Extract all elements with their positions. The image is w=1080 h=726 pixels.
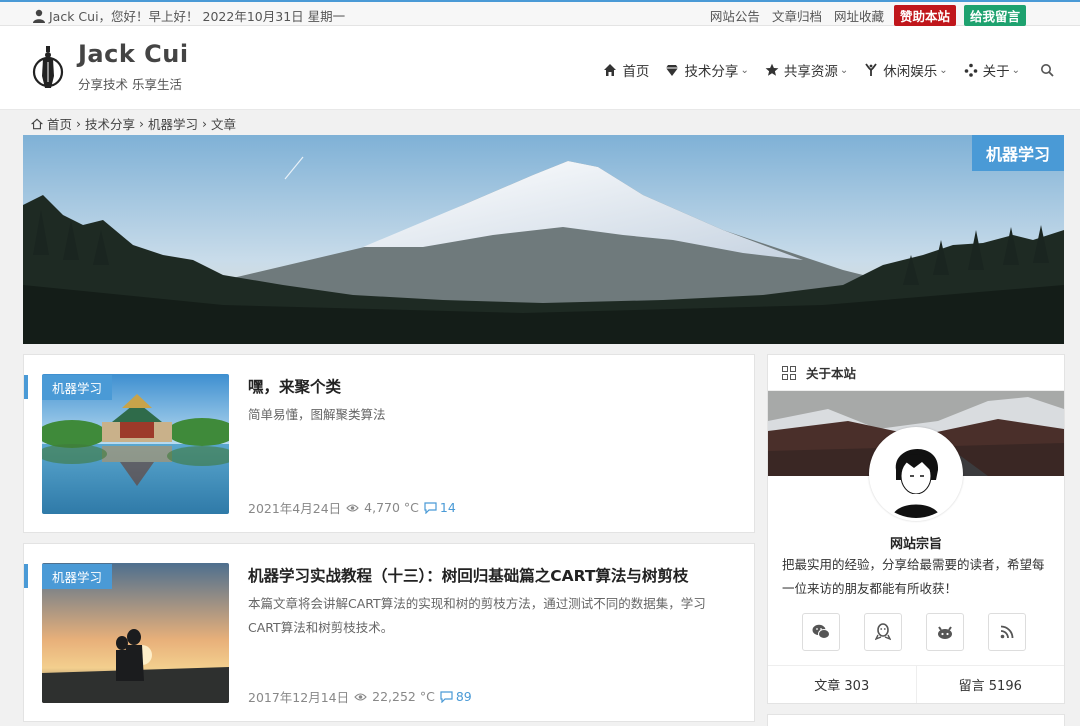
dots-icon	[964, 63, 977, 77]
nav-tech[interactable]: 技术分享 ⌄	[665, 60, 749, 80]
chevron-down-icon: ⌄	[939, 64, 948, 76]
post-date: 2021年4月24日	[248, 501, 342, 516]
nav-leisure-label: 休闲娱乐	[883, 64, 938, 80]
rss-button[interactable]	[988, 613, 1026, 651]
leave-message-button[interactable]: 给我留言	[963, 5, 1026, 26]
banner-category-tag[interactable]: 机器学习	[971, 135, 1064, 171]
eye-icon	[354, 692, 367, 701]
bookmarks-link[interactable]: 网址收藏	[832, 5, 886, 26]
message-count[interactable]: 留言 5196	[917, 666, 1065, 703]
greeting: Jack Cui，您好！早上好！ 2022年10月31日 星期一	[32, 6, 345, 25]
post-comments[interactable]: 14	[424, 500, 456, 515]
chevron-down-icon: ⌄	[740, 64, 749, 76]
fork-icon	[865, 63, 877, 76]
post-category-tag[interactable]: 机器学习	[42, 375, 113, 400]
breadcrumb: 首页 › 技术分享 › 机器学习 › 文章	[31, 114, 236, 133]
accent-bar	[24, 564, 28, 588]
nav-home-label: 首页	[622, 64, 650, 80]
site-header: Jack Cui 分享技术 乐享生活 首页 技术分享 ⌄ 共享资源 ⌄ 休闲娱乐…	[0, 26, 1080, 110]
qq-icon	[875, 623, 891, 641]
post-comment-count: 89	[455, 689, 472, 704]
breadcrumb-separator: ›	[139, 116, 145, 131]
announcement-link[interactable]: 网站公告	[708, 5, 762, 26]
breadcrumb-current: 文章	[211, 117, 237, 132]
post-title[interactable]: 机器学习实战教程（十三）：树回归基础篇之CART算法与树剪枝	[248, 564, 688, 586]
nav-about-label: 关于	[982, 64, 1010, 80]
post-views: 22,252 °C	[372, 689, 435, 704]
breadcrumb-separator: ›	[76, 116, 82, 131]
eye-icon	[346, 503, 359, 512]
avatar[interactable]	[869, 427, 963, 521]
star-icon	[765, 63, 779, 76]
wechat-icon	[812, 624, 830, 639]
breadcrumb-separator: ›	[202, 116, 208, 131]
diamond-icon	[666, 65, 679, 76]
donate-button[interactable]: 赞助本站	[893, 5, 956, 26]
rss-icon	[1000, 625, 1014, 639]
post-excerpt: 简单易懂，图解聚类算法	[248, 407, 386, 422]
motto-text: 把最实用的经验，分享给最需要的读者，希望每一位来访的朋友都能有所收获！	[782, 557, 1045, 596]
comment-icon	[424, 501, 437, 514]
nav-resources-label: 共享资源	[783, 64, 838, 80]
main-nav: 首页 技术分享 ⌄ 共享资源 ⌄ 休闲娱乐 ⌄ 关于 ⌄	[603, 60, 1054, 80]
archive-link[interactable]: 文章归档	[770, 5, 824, 26]
about-widget: 关于本站 网站宗旨 把最实用的经验，分享给最需要的读者，希望每一位来访的朋友都能…	[767, 354, 1065, 704]
accent-bar	[24, 375, 28, 399]
nav-tech-label: 技术分享	[684, 64, 739, 80]
site-subtitle: 分享技术 乐享生活	[78, 77, 182, 92]
post-comment-count: 14	[439, 500, 456, 515]
post-excerpt: 本篇文章将会讲解CART算法的实现和树的剪枝方法，通过测试不同的数据集，学习CA…	[248, 596, 706, 635]
post-card[interactable]: 机器学习 机器学习实战教程（十三）：树回归基础篇之CART算法与树剪枝 本篇文章…	[23, 543, 755, 722]
github-button[interactable]	[926, 613, 964, 651]
post-card[interactable]: 机器学习 嘿，来聚个类 简单易懂，图解聚类算法 2021年4月24日 4,770…	[23, 354, 755, 533]
widget-header: 关于本站	[768, 355, 1064, 391]
post-category-tag[interactable]: 机器学习	[42, 564, 113, 589]
post-title[interactable]: 嘿，来聚个类	[248, 375, 341, 397]
post-meta: 2017年12月14日 22,252 °C 89	[248, 687, 472, 706]
comment-icon	[440, 690, 453, 703]
nav-home[interactable]: 首页	[603, 60, 649, 80]
search-icon[interactable]	[1040, 63, 1054, 77]
grid-icon	[782, 365, 796, 380]
post-comments[interactable]: 89	[440, 689, 472, 704]
mountain-banner-image	[23, 135, 1064, 344]
wechat-button[interactable]	[802, 613, 840, 651]
next-widget	[767, 714, 1065, 726]
user-icon	[33, 9, 45, 23]
home-icon	[31, 118, 43, 129]
nav-leisure[interactable]: 休闲娱乐 ⌄	[864, 60, 948, 80]
site-title[interactable]: Jack Cui	[78, 40, 189, 68]
site-logo[interactable]	[30, 42, 66, 90]
site-stats: 文章 303 留言 5196	[768, 665, 1064, 703]
chevron-down-icon: ⌄	[839, 64, 849, 76]
home-icon	[604, 64, 617, 76]
greeting-text: Jack Cui，您好！早上好！ 2022年10月31日 星期一	[49, 9, 346, 24]
chevron-down-icon: ⌄	[1011, 64, 1020, 76]
github-icon	[938, 626, 952, 639]
post-date: 2017年12月14日	[248, 690, 350, 705]
qq-button[interactable]	[864, 613, 902, 651]
category-banner: 机器学习	[23, 135, 1064, 344]
widget-title: 关于本站	[806, 366, 857, 381]
nav-resources[interactable]: 共享资源 ⌄	[765, 60, 848, 80]
social-links	[802, 613, 1026, 651]
breadcrumb-home[interactable]: 首页	[47, 114, 72, 133]
motto-title: 网站宗旨	[889, 537, 942, 552]
article-count[interactable]: 文章 303	[768, 666, 917, 703]
post-meta: 2021年4月24日 4,770 °C 14	[248, 498, 456, 517]
breadcrumb-tech[interactable]: 技术分享	[85, 114, 135, 133]
post-views: 4,770 °C	[364, 500, 419, 515]
top-bar: Jack Cui，您好！早上好！ 2022年10月31日 星期一 网站公告 文章…	[0, 0, 1080, 26]
nav-about[interactable]: 关于 ⌄	[964, 60, 1020, 80]
breadcrumb-ml[interactable]: 机器学习	[148, 114, 198, 133]
